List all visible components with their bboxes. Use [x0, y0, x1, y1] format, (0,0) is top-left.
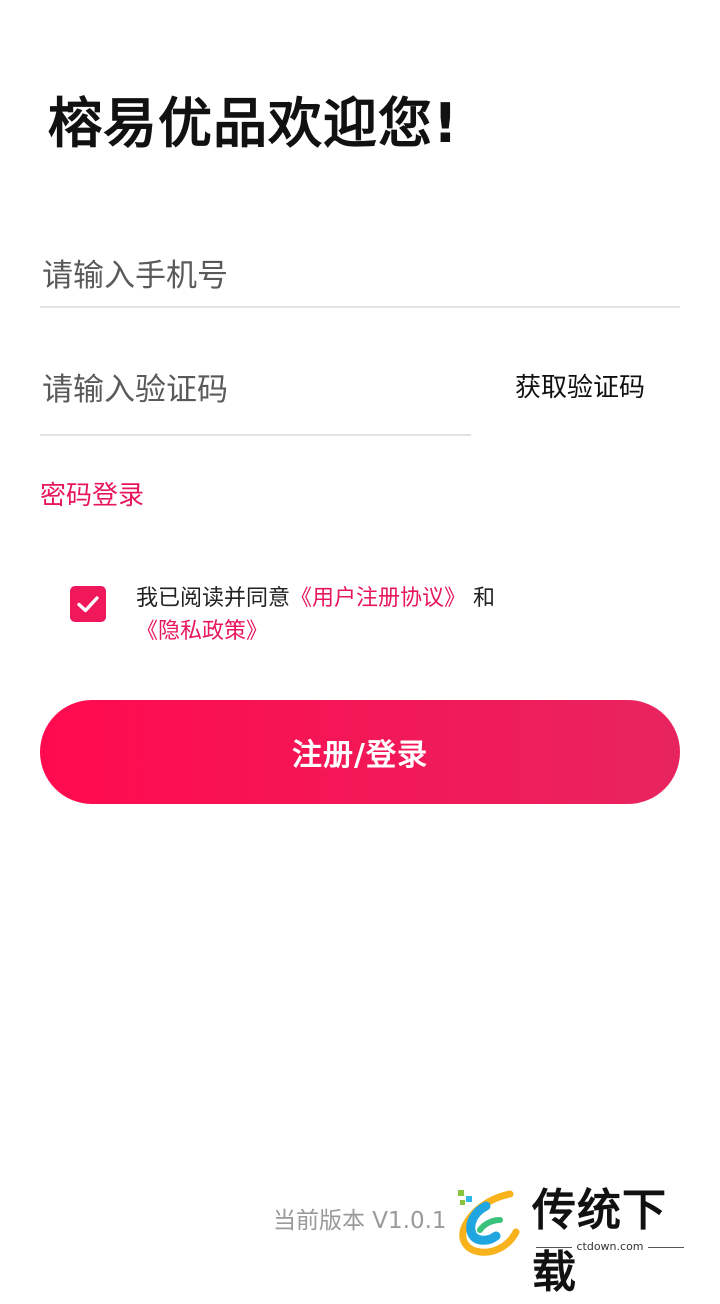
- privacy-policy-link[interactable]: 《隐私政策》: [136, 619, 268, 644]
- agreement-prefix: 我已阅读并同意: [136, 586, 291, 611]
- phone-input[interactable]: [42, 254, 682, 298]
- agreement-conjunction: 和: [466, 586, 496, 611]
- checkmark-icon: [77, 596, 99, 613]
- register-login-button[interactable]: 注册/登录: [40, 700, 680, 804]
- version-text: 当前版本 V1.0.1: [273, 1208, 447, 1234]
- user-agreement-link[interactable]: 《用户注册协议》: [290, 586, 466, 611]
- verification-code-input[interactable]: [42, 368, 473, 412]
- verification-code-field[interactable]: [40, 350, 473, 436]
- phone-field[interactable]: [40, 238, 682, 308]
- watermark-url-text: ctdown.com: [576, 1240, 644, 1253]
- ctdown-logo-icon: [458, 1190, 520, 1256]
- agreement-checkbox[interactable]: [70, 586, 106, 622]
- page-title: 榕易优品欢迎您!: [48, 92, 459, 155]
- agreement-text: 我已阅读并同意《用户注册协议》 和 《隐私政策》: [136, 582, 556, 648]
- site-watermark: 传统下载 ctdown.com: [446, 1180, 696, 1298]
- get-code-button[interactable]: 获取验证码: [515, 368, 645, 408]
- password-login-link[interactable]: 密码登录: [40, 476, 144, 516]
- watermark-url: ctdown.com: [532, 1240, 688, 1254]
